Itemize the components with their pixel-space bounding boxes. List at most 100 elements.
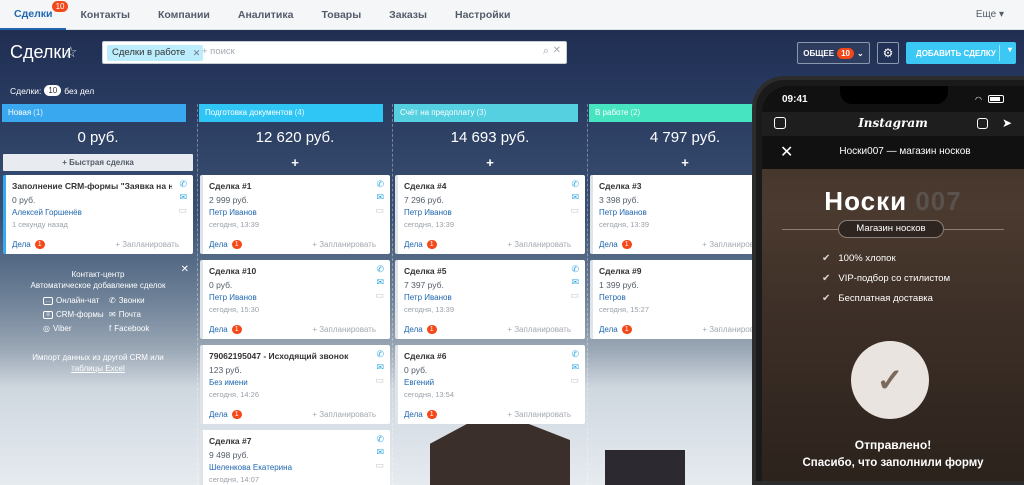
send-icon[interactable]: ➤ xyxy=(1002,116,1012,130)
deal-card[interactable]: Сделка #1 2 999 руб. Петр Иванов сегодня… xyxy=(200,175,390,254)
nav-deals[interactable]: Сделки 10 xyxy=(0,0,69,30)
deal-title[interactable]: 79062195047 - Исходящий звонок xyxy=(209,351,369,361)
plan-button[interactable]: + Запланировать xyxy=(312,240,376,249)
stage-header[interactable]: Подготовка документов (4) xyxy=(199,104,383,122)
deal-client[interactable]: Петр Иванов xyxy=(209,293,257,302)
deal-tasks[interactable]: Дела 1 xyxy=(599,325,632,334)
deal-card[interactable]: Сделка #10 0 руб. Петр Иванов сегодня, 1… xyxy=(200,260,390,339)
plan-button[interactable]: + Запланировать xyxy=(312,410,376,419)
phone-icon[interactable]: ✆ xyxy=(179,179,187,190)
stage-header[interactable]: В работе (2) xyxy=(589,104,773,122)
deal-title[interactable]: Сделка #10 xyxy=(209,266,369,276)
close-icon[interactable]: ✕ xyxy=(780,142,793,162)
nav-analytics[interactable]: Аналитика xyxy=(224,0,308,30)
phone-icon[interactable]: ✆ xyxy=(571,264,579,275)
channel-viber[interactable]: ◎ Viber xyxy=(43,324,72,333)
deal-card[interactable]: Заполнение CRM-формы "Заявка на носки " … xyxy=(3,175,193,254)
chat-icon[interactable]: ▭ xyxy=(570,290,579,301)
mail-icon[interactable]: ✉ xyxy=(571,277,579,288)
mail-icon[interactable]: ✉ xyxy=(179,192,187,203)
stage-header[interactable]: Счёт на предоплату (3) xyxy=(394,104,578,122)
deal-client[interactable]: Петр Иванов xyxy=(599,208,647,217)
chevron-down-icon[interactable]: ▾ xyxy=(1008,45,1012,54)
nav-contacts[interactable]: Контакты xyxy=(66,0,144,30)
search-icon[interactable]: ⌕ xyxy=(543,45,549,58)
deal-client[interactable]: Петр Иванов xyxy=(404,293,452,302)
deal-tasks[interactable]: Дела 1 xyxy=(209,240,242,249)
deal-client[interactable]: Без имени xyxy=(209,378,248,387)
import-text[interactable]: Импорт данных из другой CRM или xyxy=(3,353,193,362)
phone-icon[interactable]: ✆ xyxy=(376,179,384,190)
chat-icon[interactable]: ▭ xyxy=(178,205,187,216)
add-deal-plus[interactable]: + xyxy=(199,155,391,170)
deal-title[interactable]: Сделка #7 xyxy=(209,436,369,446)
deal-card[interactable]: Сделка #5 7 397 руб. Петр Иванов сегодня… xyxy=(395,260,585,339)
plan-button[interactable]: + Запланировать xyxy=(312,325,376,334)
search-input[interactable]: + поиск xyxy=(202,46,235,57)
import-link[interactable]: таблицы Excel xyxy=(3,364,193,373)
mail-icon[interactable]: ✉ xyxy=(376,447,384,458)
stage-header[interactable]: Новая (1) xyxy=(2,104,186,122)
chat-icon[interactable]: ▭ xyxy=(570,205,579,216)
close-icon[interactable]: ✕ xyxy=(193,45,201,61)
nav-settings[interactable]: Настройки xyxy=(441,0,524,30)
add-deal-button[interactable]: ДОБАВИТЬ СДЕЛКУ ▾ xyxy=(906,42,1016,64)
deal-tasks[interactable]: Дела 1 xyxy=(404,240,437,249)
nav-orders[interactable]: Заказы xyxy=(375,0,441,30)
phone-icon[interactable]: ✆ xyxy=(376,264,384,275)
nav-more[interactable]: Еще ▾ xyxy=(976,9,1004,20)
quick-deal-button[interactable]: + Быстрая сделка xyxy=(3,154,193,171)
chat-icon[interactable]: ▭ xyxy=(375,460,384,471)
deal-client[interactable]: Шеленкова Екатерина xyxy=(209,463,292,472)
deal-client[interactable]: Петр Иванов xyxy=(404,208,452,217)
general-button[interactable]: ОБЩЕЕ 10 ⌄ xyxy=(797,42,870,64)
deal-title[interactable]: Сделка #5 xyxy=(404,266,564,276)
mail-icon[interactable]: ✉ xyxy=(376,192,384,203)
chat-icon[interactable]: ▭ xyxy=(375,205,384,216)
deal-card[interactable]: Сделка #6 0 руб. Евгений сегодня, 13:54 … xyxy=(395,345,585,424)
plan-button[interactable]: + Запланировать xyxy=(115,240,179,249)
channel-facebook[interactable]: f Facebook xyxy=(109,324,149,333)
deal-title[interactable]: Сделка #4 xyxy=(404,181,564,191)
add-deal-plus[interactable]: + xyxy=(394,155,586,170)
deal-title[interactable]: Сделка #9 xyxy=(599,266,759,276)
deal-tasks[interactable]: Дела 1 xyxy=(209,410,242,419)
chat-icon[interactable]: ▭ xyxy=(375,375,384,386)
deal-title[interactable]: Заполнение CRM-формы "Заявка на носки " xyxy=(12,181,172,191)
phone-icon[interactable]: ✆ xyxy=(571,179,579,190)
nav-companies[interactable]: Компании xyxy=(144,0,224,30)
mail-icon[interactable]: ✉ xyxy=(571,192,579,203)
phone-icon[interactable]: ✆ xyxy=(376,434,384,445)
channel-mail[interactable]: ✉ Почта xyxy=(109,310,141,319)
nav-products[interactable]: Товары xyxy=(307,0,375,30)
deal-card[interactable]: Сделка #7 9 498 руб. Шеленкова Екатерина… xyxy=(200,430,390,485)
deal-tasks[interactable]: Дела 1 xyxy=(404,410,437,419)
deals-count-badge[interactable]: 10 xyxy=(44,85,62,96)
mail-icon[interactable]: ✉ xyxy=(571,362,579,373)
deals-no-tasks[interactable]: без дел xyxy=(64,86,94,96)
deal-card[interactable]: Сделка #4 7 296 руб. Петр Иванов сегодня… xyxy=(395,175,585,254)
phone-icon[interactable]: ✆ xyxy=(376,349,384,360)
plan-button[interactable]: + Запланировать xyxy=(507,325,571,334)
channel-crm-forms[interactable]: ≡ CRM-формы xyxy=(43,310,104,319)
deal-tasks[interactable]: Дела 1 xyxy=(209,325,242,334)
deal-client[interactable]: Евгений xyxy=(404,378,434,387)
phone-icon[interactable]: ✆ xyxy=(571,349,579,360)
mail-icon[interactable]: ✉ xyxy=(376,277,384,288)
deal-title[interactable]: Сделка #6 xyxy=(404,351,564,361)
chat-icon[interactable]: ▭ xyxy=(375,290,384,301)
gear-icon[interactable]: ⚙ xyxy=(877,42,899,64)
igtv-icon[interactable] xyxy=(977,118,988,129)
deal-tasks[interactable]: Дела 1 xyxy=(404,325,437,334)
plan-button[interactable]: + Запланировать xyxy=(507,410,571,419)
clear-icon[interactable]: ✕ xyxy=(553,45,561,56)
filter-search-bar[interactable]: Сделки в работе ✕ + поиск ⌕ ✕ xyxy=(102,41,567,64)
mail-icon[interactable]: ✉ xyxy=(376,362,384,373)
channel-online-chat[interactable]: … Онлайн-чат xyxy=(43,296,99,305)
deal-client[interactable]: Алексей Горшенёв xyxy=(12,208,82,217)
deal-title[interactable]: Сделка #3 xyxy=(599,181,759,191)
deal-client[interactable]: Петр Иванов xyxy=(209,208,257,217)
deal-tasks[interactable]: Дела 1 xyxy=(12,240,45,249)
deal-tasks[interactable]: Дела 1 xyxy=(599,240,632,249)
plan-button[interactable]: + Запланировать xyxy=(507,240,571,249)
